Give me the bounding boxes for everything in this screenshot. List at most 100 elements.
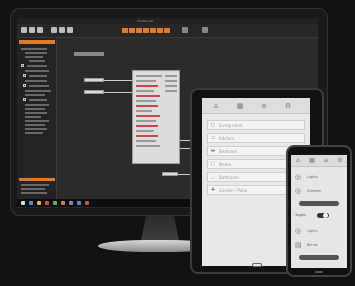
node-port [136,100,156,102]
save-icon[interactable] [37,27,43,33]
app-icon[interactable] [45,201,49,205]
mode-button-1[interactable] [122,28,128,33]
tree-item[interactable] [25,104,49,106]
settings-icon[interactable] [202,27,208,33]
tree-node-icon[interactable] [23,84,26,87]
tree-item[interactable] [25,112,47,114]
tree-item[interactable] [25,52,47,54]
node-port [136,80,156,82]
node-port [136,135,158,137]
phone-screen: ⌂ ▦ ≡ ⚙ ◎ Lights ◎ Dimmer Toggle ◎ Light… [291,155,347,268]
new-file-icon[interactable] [21,27,27,33]
node-port [136,105,158,107]
app-icon[interactable] [53,201,57,205]
tree-item[interactable] [25,94,45,96]
node-port [165,75,177,77]
tree-item[interactable] [29,99,47,101]
home-icon[interactable]: ⌂ [212,102,220,110]
grid-icon[interactable]: ▦ [309,157,315,164]
tree-node-icon[interactable] [23,98,26,101]
mode-button-5[interactable] [150,28,156,33]
phone-row-label: Blinds [307,243,318,247]
toggle-switch[interactable] [317,213,329,218]
tree-icon: ♣ [210,187,216,193]
list-icon[interactable]: ≡ [323,157,329,164]
project-tree-panel [17,38,57,206]
property-row [21,188,45,190]
input-node[interactable] [84,90,104,94]
phone-row-label: Toggle [295,213,307,217]
tablet-item-label: Garden / Patio [219,188,248,193]
property-row [21,192,47,194]
tree-item[interactable] [25,132,43,134]
tablet-item-label: Living room [219,123,243,128]
panel-header [19,40,55,44]
blind-icon: ▤ [295,241,302,249]
node-port [136,75,162,77]
tree-item[interactable] [25,70,49,72]
mode-button-7[interactable] [164,28,170,33]
app-icon[interactable] [29,201,33,205]
home-icon[interactable]: ⌂ [295,157,301,164]
app-icon[interactable] [77,201,81,205]
logic-block-node[interactable] [132,70,180,164]
app-icon[interactable] [85,201,89,205]
tree-item[interactable] [25,116,41,118]
tree-node-icon[interactable] [21,64,24,67]
node-port [136,125,158,127]
properties-header [19,178,55,181]
tree-item[interactable] [29,85,49,87]
bulb-icon: ○ [210,122,216,128]
connection-wire [180,148,190,149]
node-port [136,120,156,122]
tree-item[interactable] [27,65,47,67]
start-icon[interactable] [21,201,25,205]
app-icon[interactable] [61,201,65,205]
app-icon[interactable] [37,201,41,205]
mode-button-2[interactable] [129,28,135,33]
tablet-item-label: Kitchen [219,136,235,141]
tree-item[interactable] [25,108,45,110]
canvas-label [74,52,104,56]
copy-icon[interactable] [59,27,65,33]
blinds-slider[interactable] [299,255,339,260]
gear-icon[interactable]: ⚙ [284,102,292,110]
tablet-list-item[interactable]: ▭ Kitchen [207,133,305,143]
node-port [136,110,152,112]
open-folder-icon[interactable] [29,27,35,33]
node-port [136,115,160,117]
input-node[interactable] [84,78,104,82]
mode-button-6[interactable] [157,28,163,33]
tree-item[interactable] [25,124,45,126]
tree-item[interactable] [29,60,45,62]
tree-item[interactable] [25,80,47,82]
grid-icon[interactable]: ▦ [236,102,244,110]
list-icon[interactable]: ≡ [260,102,268,110]
tv-icon: ▢ [210,161,216,167]
tree-item[interactable] [25,90,51,92]
tree-item[interactable] [29,75,47,77]
zoom-icon[interactable] [182,27,188,33]
tree-item[interactable] [25,120,49,122]
cut-icon[interactable] [51,27,57,33]
light-icon: ◎ [295,173,302,181]
tree-item[interactable] [21,48,47,50]
dimmer-slider[interactable] [299,201,339,206]
phone-row-label: Lights [307,175,318,179]
mode-button-3[interactable] [136,28,142,33]
output-node[interactable] [162,172,178,176]
app-icon[interactable] [69,201,73,205]
tablet-home-button[interactable] [252,263,262,267]
tree-item[interactable] [25,128,47,130]
mode-button-4[interactable] [143,28,149,33]
paste-icon[interactable] [67,27,73,33]
tree-item[interactable] [25,56,43,58]
tree-node-icon[interactable] [23,74,26,77]
gear-icon[interactable]: ⚙ [337,157,343,164]
tablet-list-item[interactable]: ○ Living room [207,120,305,130]
node-port [165,85,177,87]
connection-wire [104,80,132,81]
node-port [136,140,156,142]
tablet-item-label: Bedroom [219,149,238,154]
light-icon: ◎ [295,227,302,235]
